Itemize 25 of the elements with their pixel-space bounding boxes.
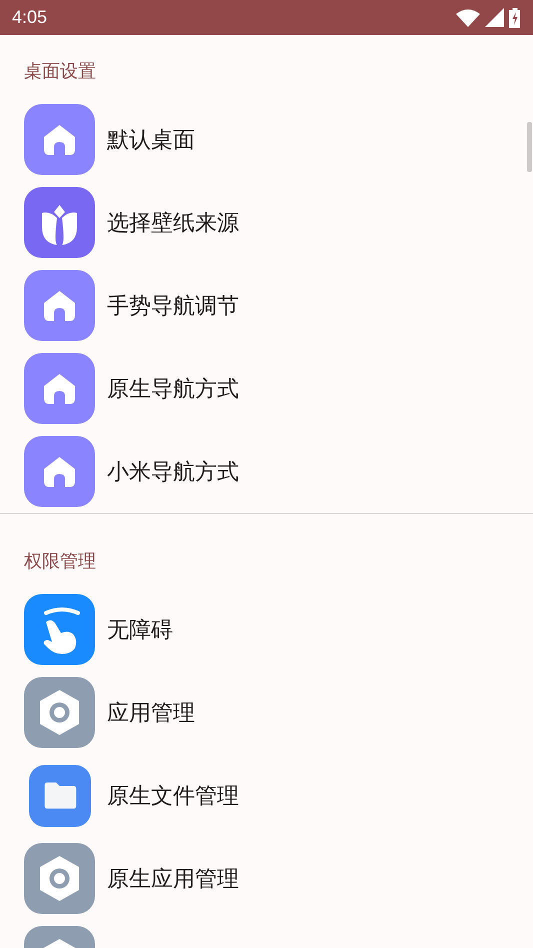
- battery-charging-icon: [509, 8, 521, 28]
- setting-item[interactable]: 无障碍: [107, 614, 173, 644]
- folder-icon: [28, 764, 90, 826]
- hand-pointer-icon: [24, 594, 95, 665]
- setting-item[interactable]: 小米导航方式: [107, 456, 239, 486]
- tulip-icon: [24, 187, 95, 258]
- scrollbar: [527, 122, 532, 172]
- house-icon: [24, 353, 95, 424]
- setting-item[interactable]: 原生文件管理: [107, 780, 239, 810]
- hexagon-nut-icon: [24, 843, 95, 914]
- house-icon: [24, 270, 95, 341]
- setting-item[interactable]: 手势导航调节: [107, 290, 239, 320]
- section-header: 桌面设置: [23, 60, 97, 84]
- setting-item[interactable]: 应用管理: [107, 698, 195, 728]
- setting-item[interactable]: 选择壁纸来源: [107, 208, 239, 238]
- hexagon-nut-icon: [24, 677, 95, 748]
- setting-item[interactable]: 默认桌面: [107, 124, 195, 154]
- setting-item[interactable]: 原生导航方式: [107, 374, 239, 404]
- signal-icon: [485, 8, 504, 27]
- section-header: 权限管理: [23, 550, 97, 574]
- wifi-icon: [456, 8, 480, 26]
- house-icon: [24, 436, 95, 507]
- clock: 4:05: [12, 7, 48, 28]
- house-icon: [24, 104, 95, 175]
- setting-item[interactable]: 原生应用管理: [107, 864, 239, 894]
